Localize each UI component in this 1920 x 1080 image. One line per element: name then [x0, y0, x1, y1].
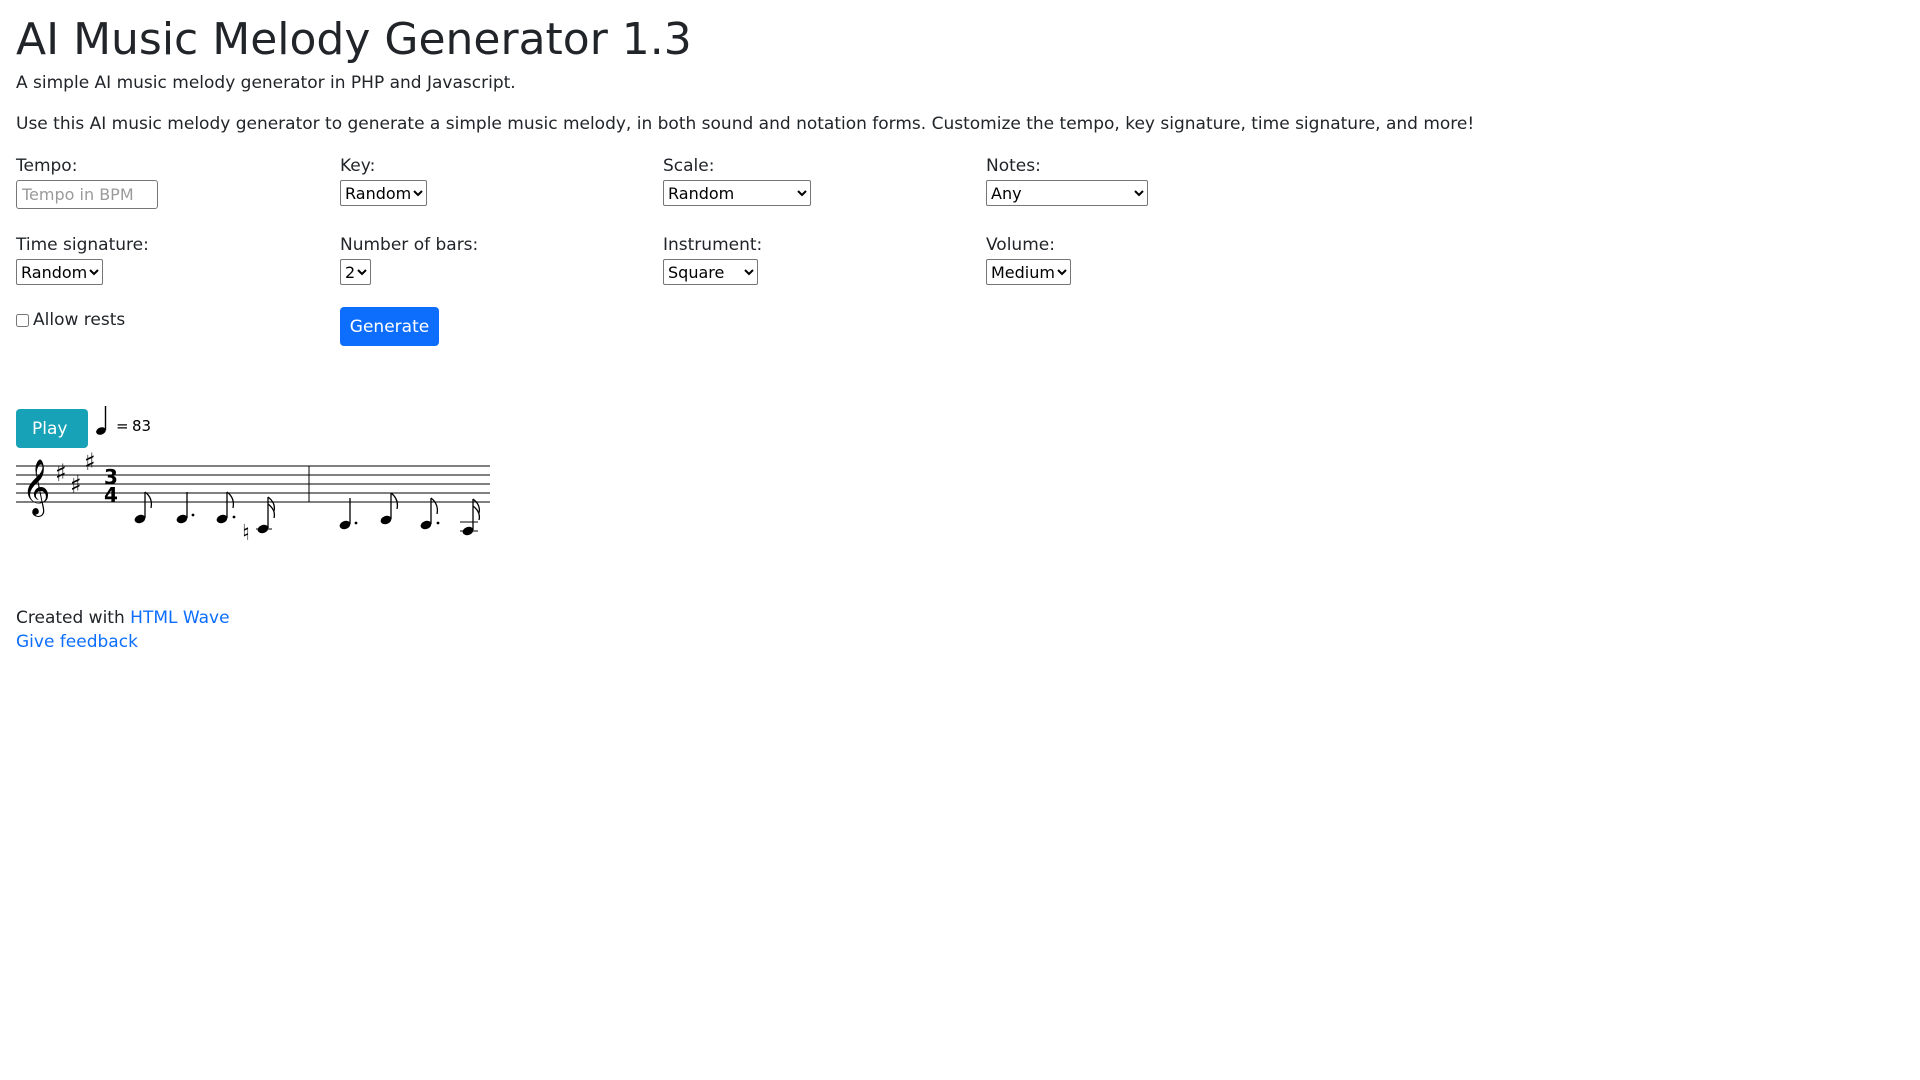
- notes-field: Notes: Any: [986, 155, 1148, 206]
- time-signature-bottom: 4: [104, 483, 118, 507]
- page-title: AI Music Melody Generator 1.3: [16, 14, 692, 65]
- note-dotted-quarter: [339, 498, 358, 530]
- created-with-text: Created with: [16, 608, 125, 628]
- note-sixteenth: [256, 496, 276, 534]
- instrument-label: Instrument:: [663, 235, 763, 255]
- instrument-field: Instrument: Square: [663, 234, 762, 285]
- scale-field: Scale: Random: [663, 155, 811, 206]
- give-feedback-link[interactable]: Give feedback: [16, 632, 138, 652]
- page-subtitle: A simple AI music melody generator in PH…: [16, 73, 516, 93]
- music-staff: 𝄞 ♯ ♯ ♯ 3 4 ♮: [16, 448, 490, 546]
- tempo-value: 83: [132, 417, 151, 435]
- time-signature-field: Time signature: Random: [16, 234, 149, 285]
- bars-label: Number of bars:: [340, 235, 479, 255]
- html-wave-link[interactable]: HTML Wave: [130, 608, 229, 628]
- tempo-field: Tempo:: [16, 155, 158, 209]
- volume-select[interactable]: Medium: [986, 259, 1071, 285]
- tempo-equals: =: [116, 417, 129, 435]
- allow-rests-checkbox[interactable]: [16, 313, 29, 327]
- footer: Created with HTML Wave Give feedback: [16, 606, 230, 654]
- bars-select[interactable]: 2: [340, 259, 371, 285]
- key-label: Key:: [340, 156, 376, 176]
- instrument-select[interactable]: Square: [663, 259, 758, 285]
- tempo-marking: = 83: [96, 406, 151, 435]
- tempo-input[interactable]: [16, 180, 158, 209]
- volume-label: Volume:: [986, 235, 1055, 255]
- time-signature-select[interactable]: Random: [16, 259, 103, 285]
- note-sixteenth: [460, 498, 481, 536]
- note-dotted-quarter: [176, 492, 195, 524]
- scale-select[interactable]: Random: [663, 180, 811, 206]
- key-select[interactable]: Random: [340, 180, 427, 206]
- scale-label: Scale:: [663, 156, 715, 176]
- key-sharp-icon: ♯: [70, 471, 82, 499]
- bars-field: Number of bars: 2: [340, 234, 478, 285]
- treble-clef-icon: 𝄞: [22, 459, 50, 517]
- note-dotted-eighth: [216, 491, 236, 524]
- note-eighth: [380, 492, 399, 525]
- allow-rests-control[interactable]: Allow rests: [16, 310, 125, 330]
- page-intro: Use this AI music melody generator to ge…: [16, 114, 1475, 134]
- play-button[interactable]: Play: [16, 409, 88, 448]
- svg-text:♮: ♮: [242, 521, 250, 546]
- tempo-label: Tempo:: [16, 156, 78, 176]
- notes-select[interactable]: Any: [986, 180, 1148, 206]
- note-dotted-eighth: [420, 497, 440, 530]
- notes-label: Notes:: [986, 156, 1041, 176]
- natural-sign-icon: ♮: [242, 521, 250, 546]
- quarter-note-icon: [96, 406, 107, 435]
- created-with-line: Created with HTML Wave: [16, 606, 230, 630]
- key-sharp-icon: ♯: [55, 459, 67, 487]
- time-signature-label: Time signature:: [16, 235, 149, 255]
- key-sharp-icon: ♯: [84, 448, 96, 476]
- key-field: Key: Random: [340, 155, 427, 206]
- allow-rests-label: Allow rests: [33, 310, 126, 330]
- note-eighth: [134, 491, 153, 524]
- volume-field: Volume: Medium: [986, 234, 1071, 285]
- generate-button[interactable]: Generate: [340, 307, 439, 346]
- feedback-line: Give feedback: [16, 630, 230, 654]
